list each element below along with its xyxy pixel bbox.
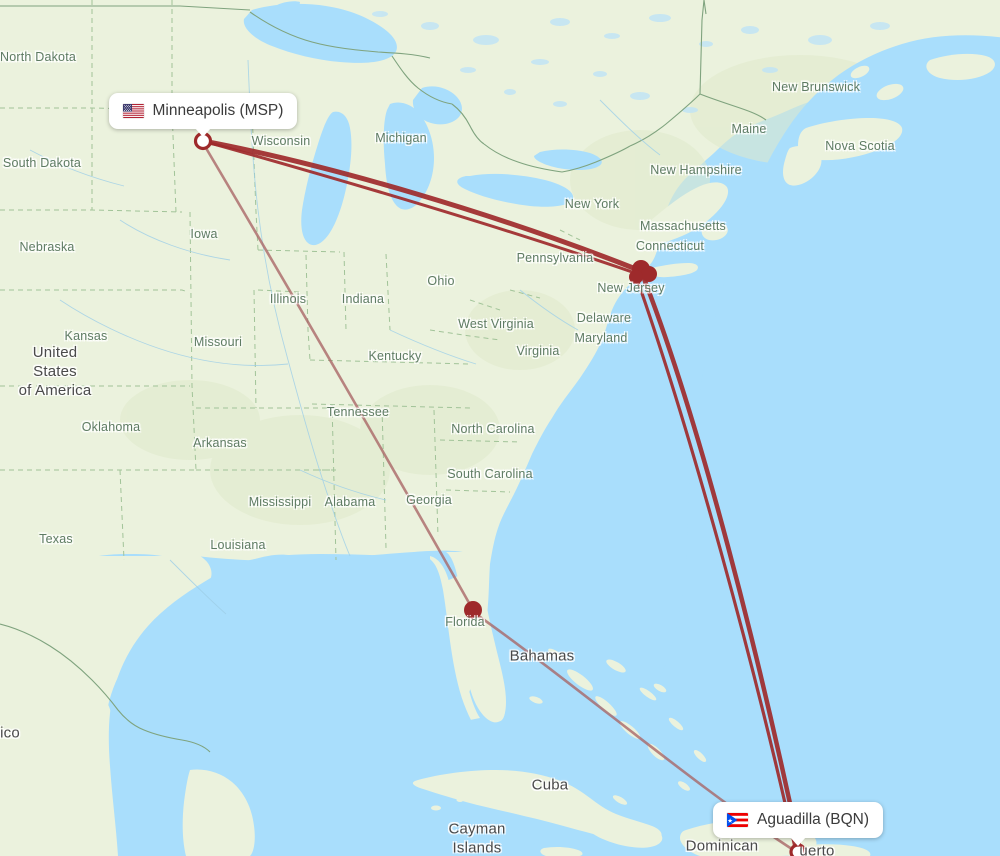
destination-airport-callout[interactable]: Aguadilla (BQN) (713, 802, 883, 846)
flight-route-map[interactable]: North Dakota South Dakota Wisconsin Michiga… (0, 0, 1000, 856)
route-paths[interactable] (200, 138, 803, 854)
origin-airport-callout[interactable]: Minneapolis (MSP) (108, 93, 298, 137)
stopover-markers[interactable] (464, 260, 657, 619)
stopover-marker-new-york-area-hub[interactable] (629, 270, 643, 284)
us-flag-icon (122, 104, 144, 118)
destination-marker-bqn[interactable] (789, 843, 807, 856)
stopover-marker-florida-hub[interactable] (464, 601, 482, 619)
origin-airport-label: Minneapolis (MSP) (152, 102, 284, 119)
pr-flag-icon (727, 813, 748, 827)
route-msp-to-florida[interactable] (201, 141, 475, 612)
stopover-marker-new-york-area-hub[interactable] (641, 266, 657, 282)
destination-airport-label: Aguadilla (BQN) (757, 811, 869, 828)
route-new-york-to-aguadilla-alt[interactable] (635, 277, 798, 854)
